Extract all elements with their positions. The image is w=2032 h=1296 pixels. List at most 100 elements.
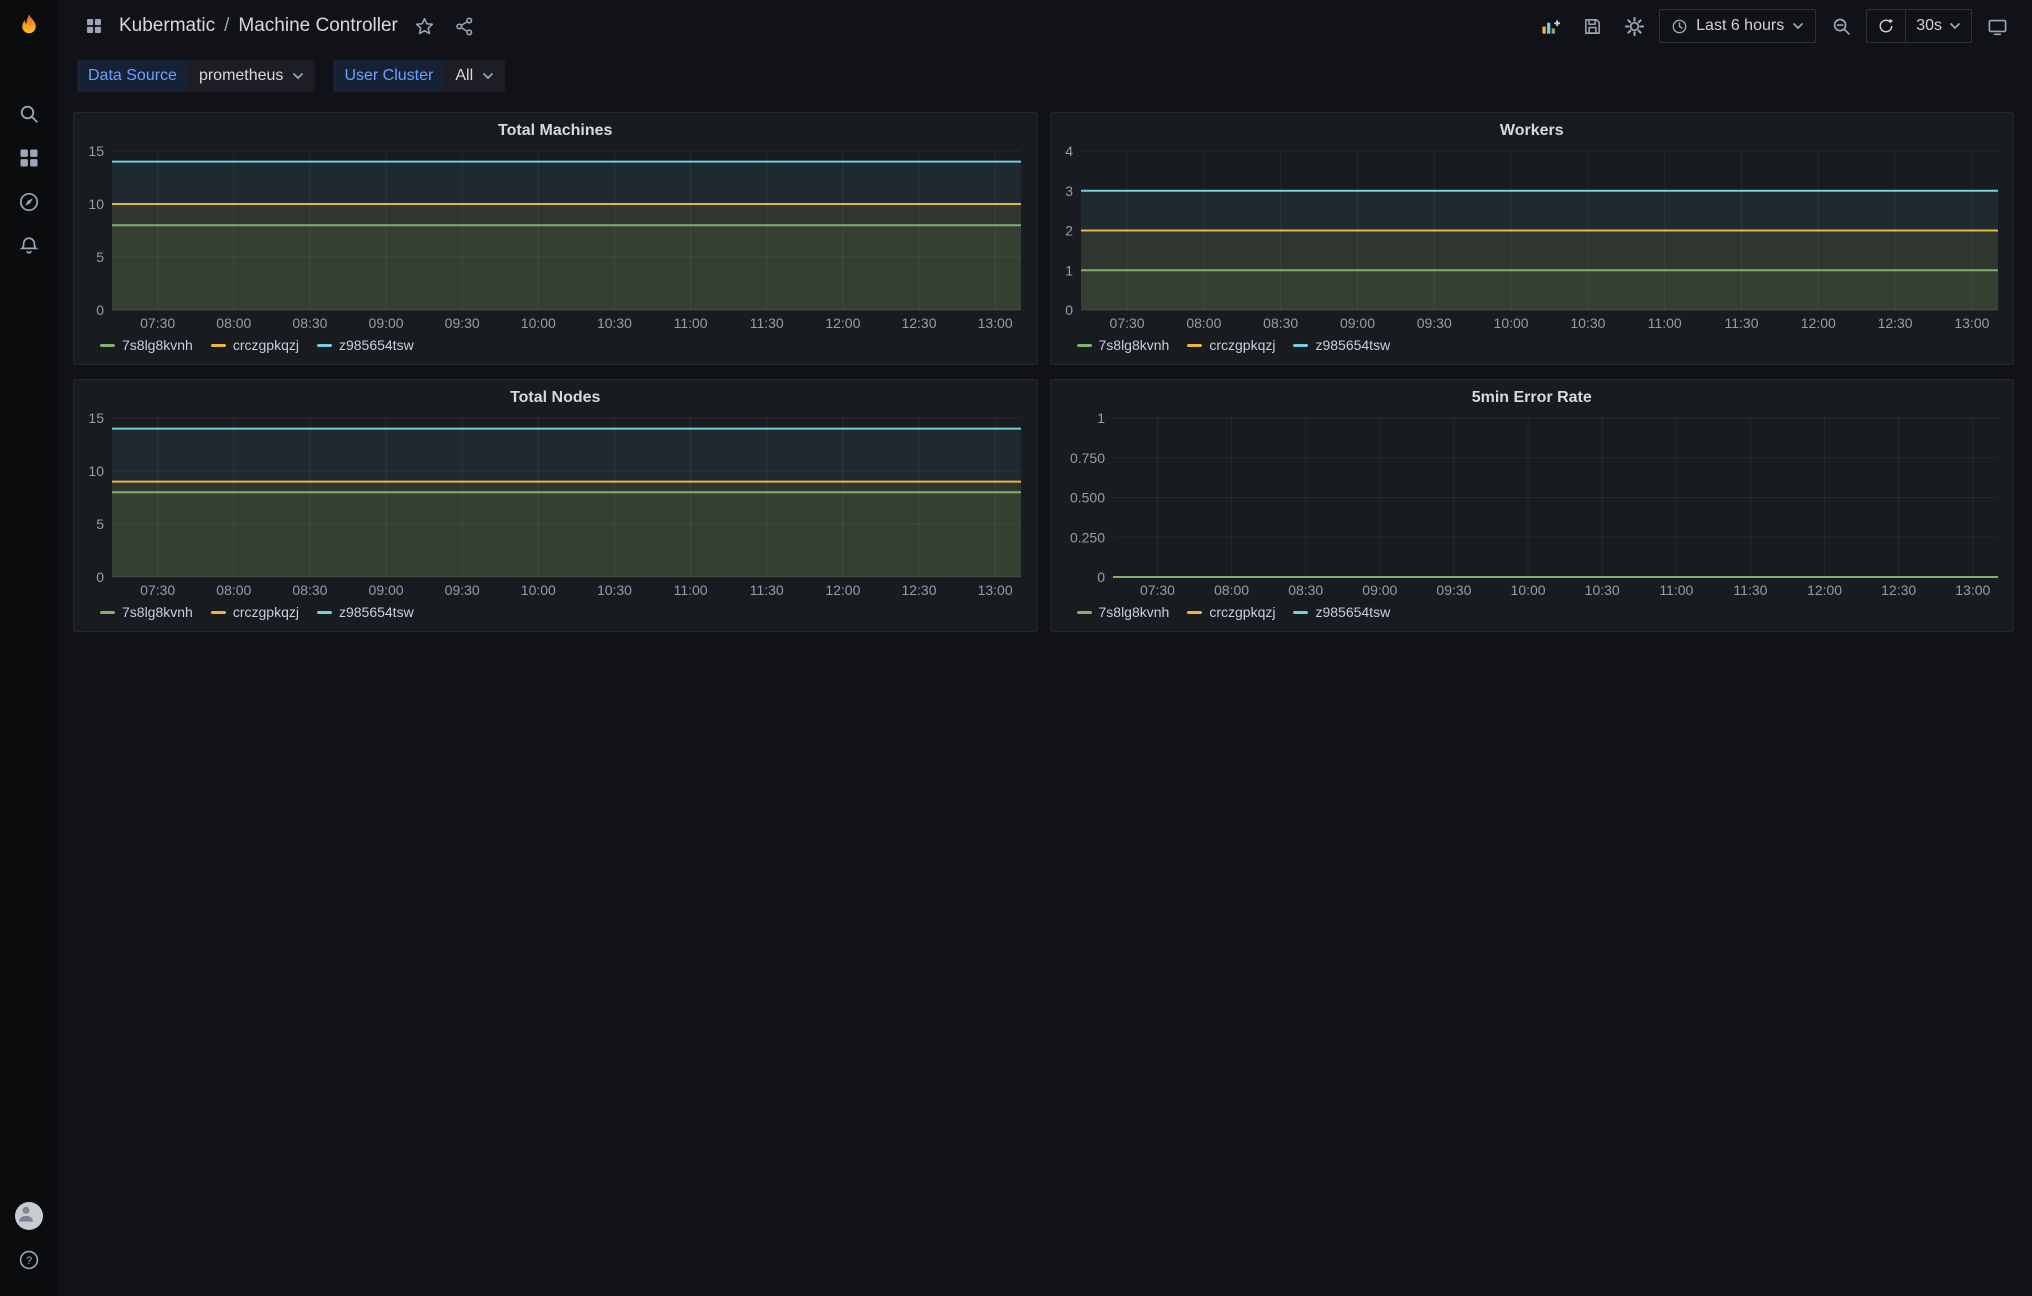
dashboard-canvas: Total Machines 0 5 10 15 07:30 08:00 08:30 09:0… — [57, 98, 2032, 1296]
legend-item-z985654tsw[interactable]: z985654tsw — [316, 337, 414, 353]
breadcrumb-folder[interactable]: Kubermatic — [119, 15, 215, 37]
legend-item-z985654tsw[interactable]: z985654tsw — [316, 604, 414, 620]
share-dashboard-button[interactable] — [448, 9, 482, 43]
sidebar-item-explore[interactable] — [0, 180, 57, 224]
panel-title[interactable]: Workers — [1051, 113, 2014, 141]
grafana-logo[interactable] — [14, 12, 44, 42]
legend-series-name: z985654tsw — [1315, 337, 1391, 353]
search-icon — [20, 105, 38, 123]
refresh-interval-dropdown[interactable]: 30s — [1906, 10, 1971, 42]
legend-swatch — [1076, 610, 1092, 614]
chart-5min-error-rate[interactable]: 0 0.250 0.500 0.750 1 07:30 08:00 08:30 09:00 09:… — [1057, 410, 2004, 601]
svg-text:5: 5 — [96, 516, 104, 532]
svg-text:10:00: 10:00 — [1510, 582, 1545, 598]
sidebar-item-profile[interactable] — [0, 1194, 57, 1238]
svg-text:09:30: 09:30 — [1416, 315, 1451, 331]
legend-series-name: z985654tsw — [338, 604, 414, 620]
sidebar-item-alerting[interactable] — [0, 224, 57, 268]
svg-text:09:00: 09:00 — [369, 315, 404, 331]
variable-user-cluster: User Cluster All — [333, 60, 506, 92]
dashboard-variables-bar: Data Source prometheus User Cluster All — [57, 52, 2032, 98]
time-range-label: Last 6 hours — [1696, 17, 1785, 34]
sidebar-item-help[interactable]: ? — [0, 1238, 57, 1282]
svg-text:12:30: 12:30 — [901, 582, 936, 598]
panel-title[interactable]: Total Nodes — [74, 380, 1037, 408]
apps-icon — [20, 149, 37, 167]
dashboard-breadcrumb-icon-button[interactable] — [77, 9, 111, 43]
sidebar-item-dashboards[interactable] — [0, 136, 57, 180]
legend-swatch — [1076, 343, 1092, 347]
svg-text:08:30: 08:30 — [292, 582, 327, 598]
svg-text:09:00: 09:00 — [1362, 582, 1397, 598]
chart-legend: 7s8lg8kvnh crczgpkqzj z985654tsw — [1051, 601, 2014, 631]
legend-item-7s8lg8kvnh[interactable]: 7s8lg8kvnh — [1076, 604, 1170, 620]
refresh-picker: 30s — [1866, 9, 1972, 43]
variable-dropdown-user-cluster[interactable]: All — [444, 60, 506, 92]
svg-text:11:00: 11:00 — [674, 582, 708, 598]
sidebar-item-search[interactable] — [0, 92, 57, 136]
refresh-button[interactable] — [1867, 10, 1905, 42]
svg-text:15: 15 — [88, 410, 104, 426]
user-icon — [18, 1206, 33, 1222]
cycle-view-mode-button[interactable] — [1980, 9, 2014, 43]
star-dashboard-button[interactable] — [408, 9, 442, 43]
share-icon — [456, 17, 473, 35]
legend-item-crczgpkqzj[interactable]: crczgpkqzj — [1187, 604, 1275, 620]
panel-total-nodes: Total Nodes 0 5 10 15 07:30 08:00 08:30 09:00 09… — [73, 379, 1038, 632]
variable-dropdown-data-source[interactable]: prometheus — [187, 60, 316, 92]
help-glyph: ? — [25, 1255, 31, 1267]
svg-text:07:30: 07:30 — [140, 315, 175, 331]
chevron-down-icon — [483, 72, 494, 80]
grafana-flame-icon — [21, 14, 36, 34]
svg-text:11:30: 11:30 — [1733, 582, 1767, 598]
topnav-actions: Last 6 hours 30s — [1533, 9, 2014, 43]
legend-series-name: crczgpkqzj — [1209, 337, 1276, 353]
legend-item-crczgpkqzj[interactable]: crczgpkqzj — [1187, 337, 1275, 353]
svg-text:08:00: 08:00 — [1186, 315, 1221, 331]
legend-item-z985654tsw[interactable]: z985654tsw — [1293, 337, 1390, 353]
clock-icon — [1672, 19, 1687, 33]
chart-total-machines[interactable]: 0 5 10 15 07:30 08:00 08:30 09:00 09:30 10:00 10:3… — [80, 143, 1027, 334]
svg-text:4: 4 — [1065, 143, 1073, 159]
legend-series-name: 7s8lg8kvnh — [1098, 604, 1170, 620]
panel-title[interactable]: Total Machines — [74, 113, 1037, 141]
svg-text:08:30: 08:30 — [1263, 315, 1298, 331]
legend-series-name: crczgpkqzj — [232, 604, 299, 620]
chart-canvas: 0 5 10 15 07:30 08:00 08:30 09:00 09:30 10:00 10:3… — [88, 143, 1021, 331]
gear-icon — [1624, 16, 1644, 36]
svg-text:12:30: 12:30 — [1877, 315, 1912, 331]
chart-canvas: 0 0.250 0.500 0.750 1 07:30 08:00 08:30 09:00 09:… — [1069, 410, 1998, 598]
svg-text:1: 1 — [1097, 410, 1105, 426]
legend-series-name: z985654tsw — [338, 337, 414, 353]
svg-text:5: 5 — [96, 249, 104, 265]
legend-item-crczgpkqzj[interactable]: crczgpkqzj — [210, 337, 299, 353]
breadcrumb: Kubermatic / Machine Controller — [119, 15, 398, 37]
add-panel-button[interactable] — [1533, 9, 1567, 43]
sidebar: ? — [0, 0, 57, 1296]
legend-swatch — [1187, 610, 1203, 614]
time-range-picker[interactable]: Last 6 hours — [1659, 9, 1817, 43]
svg-text:0.500: 0.500 — [1069, 490, 1104, 506]
svg-text:10: 10 — [88, 463, 104, 479]
svg-text:12:00: 12:00 — [825, 315, 860, 331]
legend-item-crczgpkqzj[interactable]: crczgpkqzj — [210, 604, 299, 620]
svg-text:12:00: 12:00 — [1800, 315, 1835, 331]
save-dashboard-button[interactable] — [1575, 9, 1609, 43]
legend-item-7s8lg8kvnh[interactable]: 7s8lg8kvnh — [1076, 337, 1169, 353]
legend-item-7s8lg8kvnh[interactable]: 7s8lg8kvnh — [100, 337, 193, 353]
svg-text:0.250: 0.250 — [1069, 529, 1104, 545]
legend-item-z985654tsw[interactable]: z985654tsw — [1293, 604, 1390, 620]
legend-item-7s8lg8kvnh[interactable]: 7s8lg8kvnh — [100, 604, 193, 620]
breadcrumb-dashboard[interactable]: Machine Controller — [238, 15, 397, 37]
svg-text:11:30: 11:30 — [1724, 315, 1758, 331]
dashboard-settings-button[interactable] — [1617, 9, 1651, 43]
chart-workers[interactable]: 0 1 2 3 4 07:30 08:00 08:30 09:00 09:30 10:00 10:30… — [1057, 143, 2004, 334]
legend-swatch — [316, 610, 332, 614]
svg-text:10:30: 10:30 — [597, 315, 632, 331]
svg-text:08:00: 08:00 — [216, 582, 251, 598]
panel-title[interactable]: 5min Error Rate — [1051, 380, 2014, 408]
svg-text:08:00: 08:00 — [1214, 582, 1249, 598]
chart-total-nodes[interactable]: 0 5 10 15 07:30 08:00 08:30 09:00 09:30 10:00 10:3… — [80, 410, 1027, 601]
zoom-out-time-button[interactable] — [1824, 9, 1858, 43]
svg-text:09:30: 09:30 — [1436, 582, 1471, 598]
